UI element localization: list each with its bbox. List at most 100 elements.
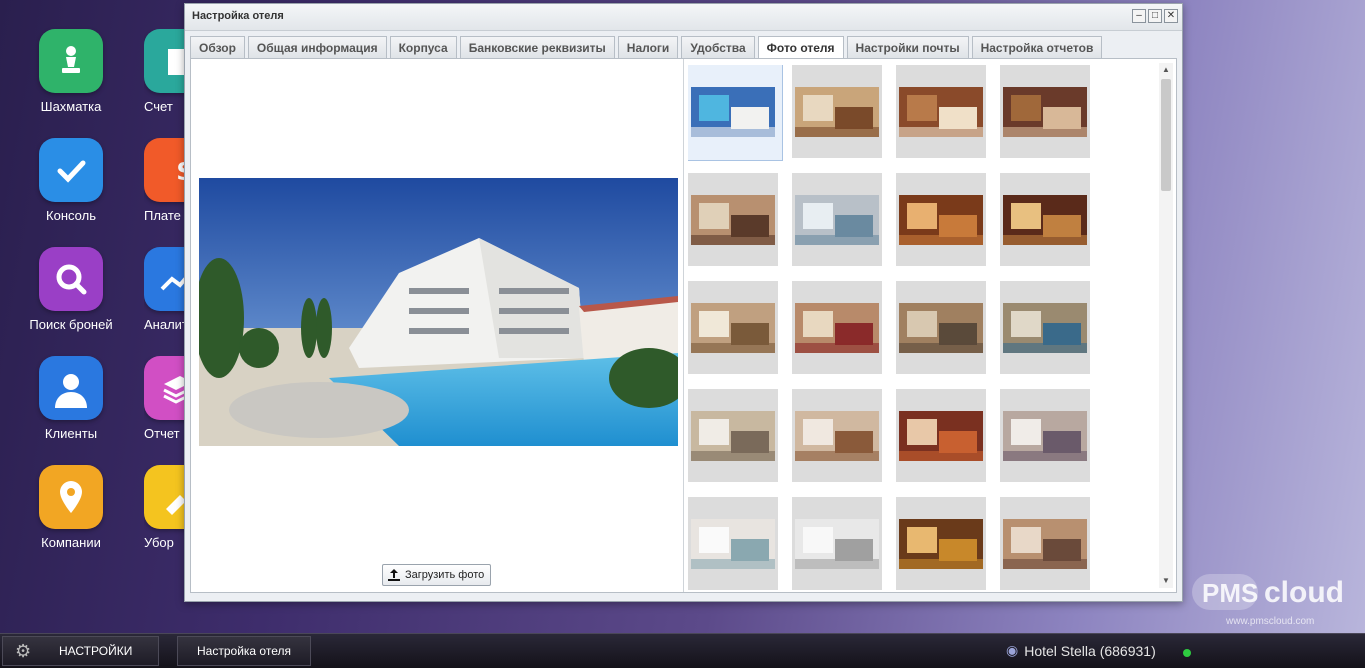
tab-hotel-photos[interactable]: Фото отеля: [757, 36, 844, 59]
document-icon: [144, 29, 184, 93]
photo-thumbnail[interactable]: [792, 65, 882, 158]
connection-status-dot: [1183, 649, 1191, 657]
photo-thumbnail[interactable]: [688, 281, 778, 374]
desktop-icon-label: Поиск броней: [29, 317, 113, 332]
photo-thumbnail[interactable]: [792, 173, 882, 266]
photo-thumbnail[interactable]: [792, 497, 882, 590]
maximize-icon[interactable]: □: [1148, 9, 1162, 23]
hotel-name: Hotel Stella (686931): [1024, 642, 1156, 659]
svg-text:PMS: PMS: [1202, 578, 1258, 608]
settings-button-label: НАСТРОЙКИ: [59, 644, 133, 658]
tab-bar: Обзор Общая информация Корпуса Банковски…: [190, 36, 1103, 59]
photo-thumbnail-image: [899, 194, 983, 245]
desktop-icon-label: Консоль: [46, 208, 96, 223]
photo-thumbnail[interactable]: [896, 389, 986, 482]
tab-bank-details[interactable]: Банковские реквизиты: [459, 36, 615, 58]
photo-thumbnail-image: [795, 302, 879, 353]
photos-panel: Загрузить фото ▲ ▼: [190, 58, 1177, 593]
photo-thumbnail-image: [1003, 302, 1087, 353]
photo-thumbnail[interactable]: [896, 173, 986, 266]
window-titlebar[interactable]: Настройка отеля – □ ✕: [185, 4, 1182, 31]
desktop-icon-label: Шахматка: [40, 99, 102, 114]
upload-photo-button[interactable]: Загрузить фото: [382, 564, 492, 586]
desktop-icon-cleaning[interactable]: Убор: [144, 465, 184, 550]
photo-thumbnail-image: [691, 86, 775, 137]
person-icon: [39, 356, 103, 420]
svg-text:$: $: [176, 154, 184, 187]
photo-thumbnail-image: [691, 518, 775, 569]
tab-amenities[interactable]: Удобства: [681, 36, 755, 58]
photo-thumbnail[interactable]: [792, 389, 882, 482]
taskbar-window-button[interactable]: Настройка отеля: [177, 636, 311, 666]
tab-overview[interactable]: Обзор: [190, 36, 245, 58]
photo-thumbnail[interactable]: [1000, 497, 1090, 590]
desktop-icon-payments[interactable]: $ Плате: [144, 138, 184, 223]
desktop-icon-chessboard[interactable]: Шахматка: [11, 29, 131, 114]
desktop-icon-analytics[interactable]: Аналит: [144, 247, 184, 332]
photo-thumbnail[interactable]: [688, 497, 778, 590]
tab-general-info[interactable]: Общая информация: [247, 36, 387, 58]
scrollbar-thumb[interactable]: [1161, 79, 1171, 191]
map-pin-icon: [39, 465, 103, 529]
taskbar: ⚙ НАСТРОЙКИ Настройка отеля ◉ Hotel Stel…: [0, 633, 1365, 668]
dollar-icon: $: [144, 138, 184, 202]
tab-report-settings[interactable]: Настройка отчетов: [971, 36, 1103, 58]
photo-thumbnail-image: [691, 194, 775, 245]
tab-taxes[interactable]: Налоги: [617, 36, 679, 58]
close-icon[interactable]: ✕: [1164, 9, 1178, 23]
line-chart-icon: [144, 247, 184, 311]
photo-thumbnail-image: [899, 86, 983, 137]
thumbnail-scrollbar[interactable]: ▲ ▼: [1159, 63, 1173, 588]
desktop-icon-console[interactable]: Консоль: [11, 138, 131, 223]
pmscloud-logo: PMS cloud www.pmscloud.com: [1192, 570, 1362, 627]
desktop-icon-label: Убор: [144, 535, 174, 550]
photo-thumbnail-image: [795, 410, 879, 461]
hotel-indicator[interactable]: ◉ Hotel Stella (686931): [1006, 642, 1156, 659]
photo-preview-pane: Загрузить фото: [191, 59, 684, 592]
desktop-icon-label: Отчет: [144, 426, 180, 441]
desktop-icon-label: Компании: [41, 535, 101, 550]
logo-url: www.pmscloud.com: [1226, 616, 1315, 627]
photo-thumbnail-image: [1003, 194, 1087, 245]
settings-button[interactable]: ⚙ НАСТРОЙКИ: [2, 636, 159, 666]
photo-thumbnail[interactable]: [1000, 65, 1090, 158]
photo-thumbnail-image: [1003, 86, 1087, 137]
desktop-icon-label: Клиенты: [44, 426, 98, 441]
desktop-icon-label: Плате: [144, 208, 181, 223]
scroll-up-icon[interactable]: ▲: [1159, 63, 1173, 77]
photo-thumbnail-image: [899, 302, 983, 353]
desktop-icon-invoice[interactable]: Счет: [144, 29, 184, 114]
desktop-icon-booking-search[interactable]: Поиск броней: [11, 247, 131, 332]
tab-buildings[interactable]: Корпуса: [389, 36, 457, 58]
photo-thumbnail[interactable]: [1000, 173, 1090, 266]
photo-thumbnail[interactable]: [1000, 389, 1090, 482]
desktop-icon-companies[interactable]: Компании: [11, 465, 131, 550]
minimize-icon[interactable]: –: [1132, 9, 1146, 23]
photo-thumbnail[interactable]: [896, 65, 986, 158]
desktop-icon-label: Счет: [144, 99, 173, 114]
photo-thumbnail[interactable]: [688, 65, 783, 161]
photo-thumbnail-image: [899, 410, 983, 461]
tab-mail-settings[interactable]: Настройки почты: [846, 36, 969, 58]
photo-thumbnail-image: [795, 194, 879, 245]
globe-icon: ◉: [1006, 642, 1019, 658]
stack-icon: [144, 356, 184, 420]
desktop-icon-clients[interactable]: Клиенты: [11, 356, 131, 441]
photo-thumbnail-grid: [688, 65, 1158, 590]
upload-photo-label: Загрузить фото: [405, 569, 485, 581]
photo-thumbnail-image: [1003, 410, 1087, 461]
photo-thumbnail[interactable]: [896, 497, 986, 590]
taskbar-window-label: Настройка отеля: [197, 644, 291, 658]
photo-thumbnail-image: [691, 410, 775, 461]
photo-thumbnail[interactable]: [688, 389, 778, 482]
chess-pawn-icon: [39, 29, 103, 93]
photo-thumbnail[interactable]: [792, 281, 882, 374]
desktop-icon-label: Аналит: [144, 317, 184, 332]
photo-thumbnail[interactable]: [896, 281, 986, 374]
hotel-photo-preview: [199, 178, 678, 446]
photo-thumbnail[interactable]: [1000, 281, 1090, 374]
scroll-down-icon[interactable]: ▼: [1159, 574, 1173, 588]
photo-thumbnail[interactable]: [688, 173, 778, 266]
upload-icon: [388, 569, 400, 581]
desktop-icon-reports[interactable]: Отчет: [144, 356, 184, 441]
